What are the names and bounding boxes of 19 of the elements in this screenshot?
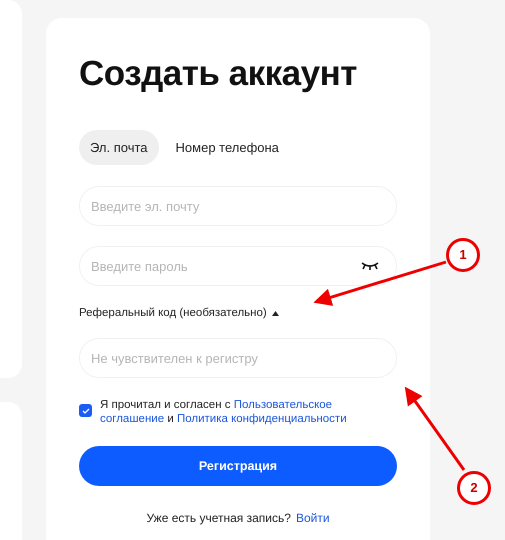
register-button[interactable]: Регистрация (79, 446, 397, 486)
referral-field[interactable]: Не чувствителен к регистру (79, 338, 397, 378)
annotation-marker: 2 (457, 471, 491, 505)
annotation-marker: 1 (446, 238, 480, 272)
login-link[interactable]: Войти (296, 509, 330, 528)
referral-toggle[interactable]: Реферальный код (необязательно) (79, 305, 279, 322)
user-agreement-link[interactable]: Пользовательское (234, 399, 332, 412)
privacy-policy-link[interactable]: Политика конфиденциальности (176, 413, 347, 426)
password-field[interactable]: Введите пароль (79, 246, 397, 286)
agreement-checkbox[interactable] (79, 404, 92, 418)
email-field[interactable]: Введите эл. почту (79, 186, 397, 226)
user-agreement-link[interactable]: соглашение (100, 413, 164, 426)
tab[interactable]: Эл. почта (79, 130, 159, 165)
checkmark-icon (82, 408, 90, 414)
page-title: Создать аккаунт (79, 53, 358, 95)
footer-text: Уже есть учетная запись? (146, 510, 291, 528)
agreement-text: Я прочитал и согласен с Пользовательское соглашение и Политика конфиденциальности (100, 398, 348, 426)
closed-eye-icon[interactable] (361, 262, 379, 270)
tab[interactable]: Номер телефона (164, 130, 290, 165)
